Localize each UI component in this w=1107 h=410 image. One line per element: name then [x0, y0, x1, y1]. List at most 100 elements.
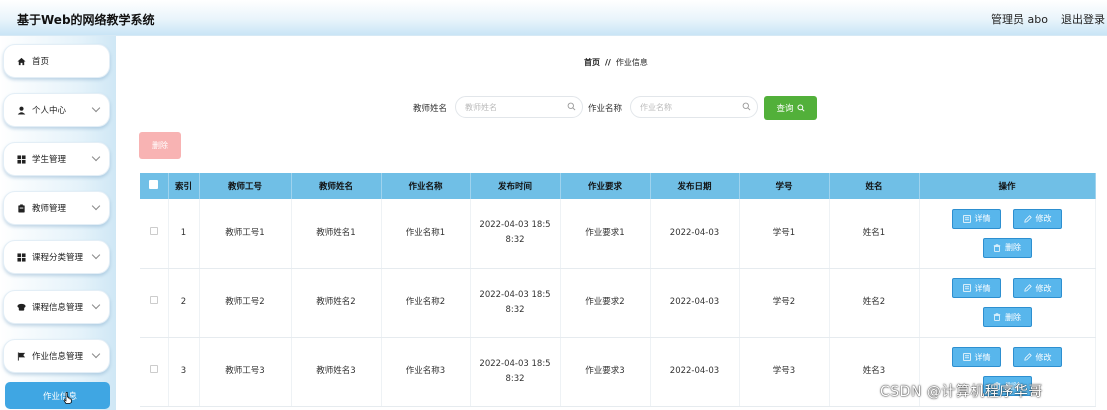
detail-button-label: 详情	[974, 214, 991, 224]
chevron-down-icon	[91, 250, 101, 260]
edit-button[interactable]: 修改	[1013, 347, 1062, 367]
row-select-cell[interactable]	[140, 268, 169, 338]
sidebar-subitem-homework-info[interactable]: 作业信息	[5, 382, 110, 409]
cell-publish-date: 2022-04-03	[650, 268, 740, 338]
app-title: 基于Web的网络教学系统	[17, 13, 155, 27]
cell-teacher-id: 教师工号2	[199, 268, 292, 338]
select-all-checkbox[interactable]	[149, 180, 159, 189]
row-select-cell[interactable]	[140, 337, 169, 407]
edit-icon	[1023, 284, 1032, 292]
homework-table: 索引 教师工号 教师姓名 作业名称 发布时间 作业要求 发布日期 学号 姓名 操…	[140, 173, 1096, 407]
chevron-down-icon	[91, 201, 101, 211]
column-header: 教师工号	[199, 173, 292, 199]
sidebar-item-teacher-management[interactable]: 教师管理	[3, 191, 110, 225]
detail-button-label: 详情	[974, 352, 991, 362]
column-header: 发布日期	[650, 173, 740, 199]
cell-homework-name: 作业名称1	[381, 199, 471, 269]
query-button-label: 查询	[776, 104, 794, 114]
query-button[interactable]: 查询	[764, 96, 817, 120]
delete-button-label: 删除	[1005, 243, 1021, 253]
cell-student-id: 学号3	[739, 337, 830, 407]
sidebar-item-label: 教师管理	[32, 204, 67, 214]
detail-icon	[962, 284, 971, 292]
column-header: 作业名称	[381, 173, 471, 199]
detail-icon	[962, 353, 971, 361]
column-header: 姓名	[829, 173, 920, 199]
edit-button-label: 修改	[1035, 352, 1052, 362]
homework-name-placeholder: 作业名称	[640, 102, 672, 112]
column-header: 索引	[168, 173, 200, 199]
sidebar-item-home[interactable]: 首页	[3, 44, 110, 78]
breadcrumb-current: 作业信息	[615, 58, 648, 67]
sidebar-item-label: 首页	[32, 57, 50, 67]
cell-requirement: 作业要求3	[560, 337, 651, 407]
chevron-down-icon	[91, 103, 101, 113]
edit-icon	[1023, 353, 1032, 361]
cell-homework-name: 作业名称3	[381, 337, 471, 407]
search-icon	[796, 104, 805, 112]
row-checkbox[interactable]	[149, 365, 158, 373]
edit-icon	[1023, 215, 1032, 223]
cursor-hand-icon	[63, 391, 72, 404]
edit-button[interactable]: 修改	[1013, 208, 1062, 229]
chevron-down-icon	[91, 300, 101, 310]
detail-button[interactable]: 详情	[952, 347, 1001, 367]
row-select-cell[interactable]	[140, 199, 169, 269]
detail-button[interactable]: 详情	[952, 278, 1001, 298]
delete-button[interactable]: 删除	[982, 237, 1032, 258]
column-header: 作业要求	[560, 173, 651, 199]
edit-button[interactable]: 修改	[1013, 278, 1062, 298]
sidebar-item-label: 课程分类管理	[32, 253, 84, 263]
cell-publish-date: 2022-04-03	[650, 337, 740, 407]
row-checkbox[interactable]	[149, 296, 158, 304]
search-icon	[567, 102, 576, 111]
publish-time-text: 2022-04-03 18:58:32	[479, 289, 551, 315]
cell-actions: 详情 修改 删除	[919, 268, 1096, 338]
sidebar-item-homework-info-management[interactable]: 作业信息管理	[3, 339, 110, 373]
cell-teacher-name: 教师姓名3	[291, 337, 382, 407]
breadcrumb-home[interactable]: 首页	[584, 58, 600, 67]
detail-button[interactable]: 详情	[952, 208, 1001, 229]
search-icon	[742, 102, 751, 111]
column-header: 教师姓名	[291, 173, 382, 199]
sidebar-item-student-management[interactable]: 学生管理	[3, 142, 110, 176]
flag-icon	[17, 351, 26, 361]
column-header: 发布时间	[470, 173, 561, 199]
delete-button-label: 删除	[1005, 312, 1021, 322]
table-header-row: 索引 教师工号 教师姓名 作业名称 发布时间 作业要求 发布日期 学号 姓名 操…	[140, 173, 1096, 199]
breadcrumb: 首页 // 作业信息	[584, 57, 648, 68]
cell-teacher-name: 教师姓名2	[291, 268, 382, 338]
detail-button-label: 详情	[974, 283, 991, 293]
sidebar: 首页 个人中心 学生管理 教师管理 课程分类管理 课程信息管理 作业信息管理 作…	[0, 36, 116, 410]
cell-index: 2	[168, 268, 200, 338]
trash-icon	[993, 244, 1001, 252]
cell-student-id: 学号2	[739, 268, 830, 338]
homework-name-input[interactable]: 作业名称	[630, 96, 758, 118]
sidebar-item-personal-center[interactable]: 个人中心	[3, 93, 110, 127]
cell-homework-name: 作业名称2	[381, 268, 471, 338]
table-row: 1 教师工号1 教师姓名1 作业名称1 2022-04-03 18:58:32 …	[140, 199, 1096, 269]
cell-actions: 详情 修改 删除	[919, 199, 1096, 269]
publish-time-text: 2022-04-03 18:58:32	[479, 220, 551, 246]
breadcrumb-separator: //	[605, 58, 611, 67]
chevron-down-icon	[91, 152, 101, 162]
grid-icon	[17, 154, 26, 164]
logout-link[interactable]: 退出登录	[1061, 11, 1105, 27]
cell-requirement: 作业要求1	[560, 199, 651, 269]
bulk-delete-button[interactable]: 删除	[139, 132, 181, 159]
row-checkbox[interactable]	[149, 226, 158, 235]
edit-button-label: 修改	[1035, 283, 1052, 293]
select-all-cell[interactable]	[140, 173, 169, 199]
homework-name-label: 作业名称	[588, 104, 623, 114]
teacher-name-input[interactable]: 教师姓名	[455, 96, 583, 118]
watermark: CSDN @计算机程序华哥	[880, 384, 1043, 400]
cell-publish-time: 2022-04-03 18:58:32	[470, 199, 561, 269]
sidebar-item-course-info-management[interactable]: 课程信息管理	[3, 290, 110, 324]
top-header: 基于Web的网络教学系统 管理员 abo 退出登录	[0, 0, 1107, 36]
sidebar-item-course-category-management[interactable]: 课程分类管理	[3, 240, 110, 274]
sidebar-item-label: 作业信息管理	[32, 352, 84, 362]
trash-icon	[993, 313, 1001, 321]
delete-button[interactable]: 删除	[982, 307, 1032, 327]
user-icon	[17, 106, 26, 115]
cell-teacher-name: 教师姓名1	[291, 199, 382, 269]
